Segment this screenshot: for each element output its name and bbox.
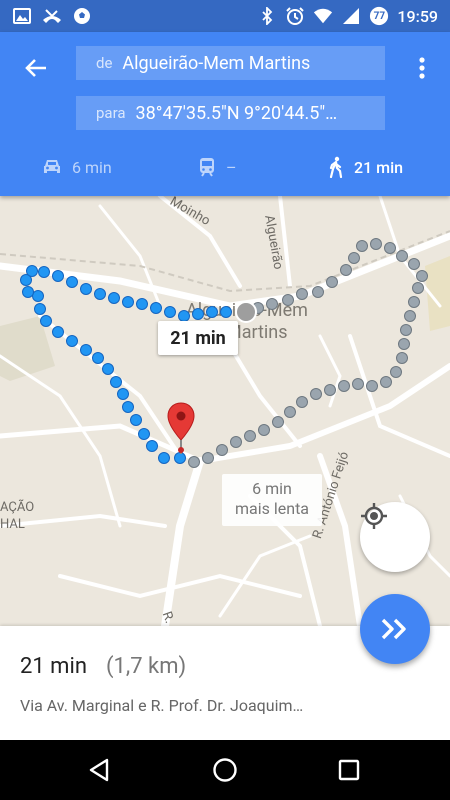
start-navigation-button[interactable] (360, 594, 430, 664)
soccer-ball-icon (72, 6, 92, 26)
signal-icon (341, 6, 361, 26)
battery-icon: 77 (369, 6, 389, 26)
alarm-icon (285, 6, 305, 26)
alternative-route-tag[interactable]: 6 min mais lenta (222, 474, 322, 526)
home-circle-icon (213, 758, 237, 782)
bluetooth-icon (257, 6, 277, 26)
more-vert-icon (419, 57, 425, 79)
destination-pin-icon[interactable] (166, 402, 196, 454)
map-view[interactable]: Moinho Algueirão R. António Feijó AÇÃO H… (0, 196, 450, 626)
nav-back-button[interactable] (74, 750, 124, 790)
back-arrow-icon (25, 59, 46, 77)
origin-value: Algueirão-Mem Martins (122, 52, 311, 74)
walk-time: 21 min (354, 157, 404, 177)
nav-home-button[interactable] (200, 750, 250, 790)
clock: 19:59 (397, 6, 438, 26)
destination-field[interactable]: para 38°47'35.5"N 9°20'44.5"… (76, 96, 385, 130)
my-location-icon (361, 503, 387, 529)
system-navigation-bar (0, 740, 450, 800)
travel-mode-tabs: 6 min – 21 min (0, 152, 450, 182)
nav-recents-button[interactable] (324, 750, 374, 790)
summary-time: 21 min (20, 654, 87, 679)
fast-forward-icon (381, 618, 406, 640)
area-label-acao: AÇÃO (0, 500, 35, 515)
back-triangle-icon (89, 758, 109, 782)
train-icon (200, 158, 214, 177)
status-bar: 77 19:59 (0, 0, 450, 32)
destination-value: 38°47'35.5"N 9°20'44.5"… (135, 102, 338, 124)
origin-field[interactable]: de Algueirão-Mem Martins (76, 46, 385, 80)
summary-via: Via Av. Marginal e R. Prof. Dr. Joaquim… (20, 696, 304, 715)
my-location-button[interactable] (360, 502, 430, 572)
recents-square-icon (338, 759, 360, 781)
wifi-icon (313, 6, 333, 26)
route-time-tag[interactable]: 21 min (158, 321, 238, 355)
tab-walk[interactable]: 21 min (328, 152, 403, 182)
missed-call-icon (42, 6, 62, 26)
car-icon (44, 160, 60, 173)
origin-prefix: de (96, 54, 113, 72)
destination-prefix: para (96, 104, 126, 122)
walk-icon (329, 156, 343, 178)
directions-header: de Algueirão-Mem Martins para 38°47'35.5… (0, 32, 450, 196)
tab-drive[interactable]: 6 min (42, 152, 112, 182)
back-button[interactable] (18, 50, 54, 86)
tab-transit[interactable]: – (198, 152, 237, 182)
image-icon (12, 6, 32, 26)
drive-time: 6 min (72, 157, 112, 177)
transit-time: – (226, 157, 237, 177)
summary-distance: (1,7 km) (106, 654, 187, 679)
more-options-button[interactable] (410, 50, 434, 86)
area-label-hal: HAL (0, 517, 25, 532)
